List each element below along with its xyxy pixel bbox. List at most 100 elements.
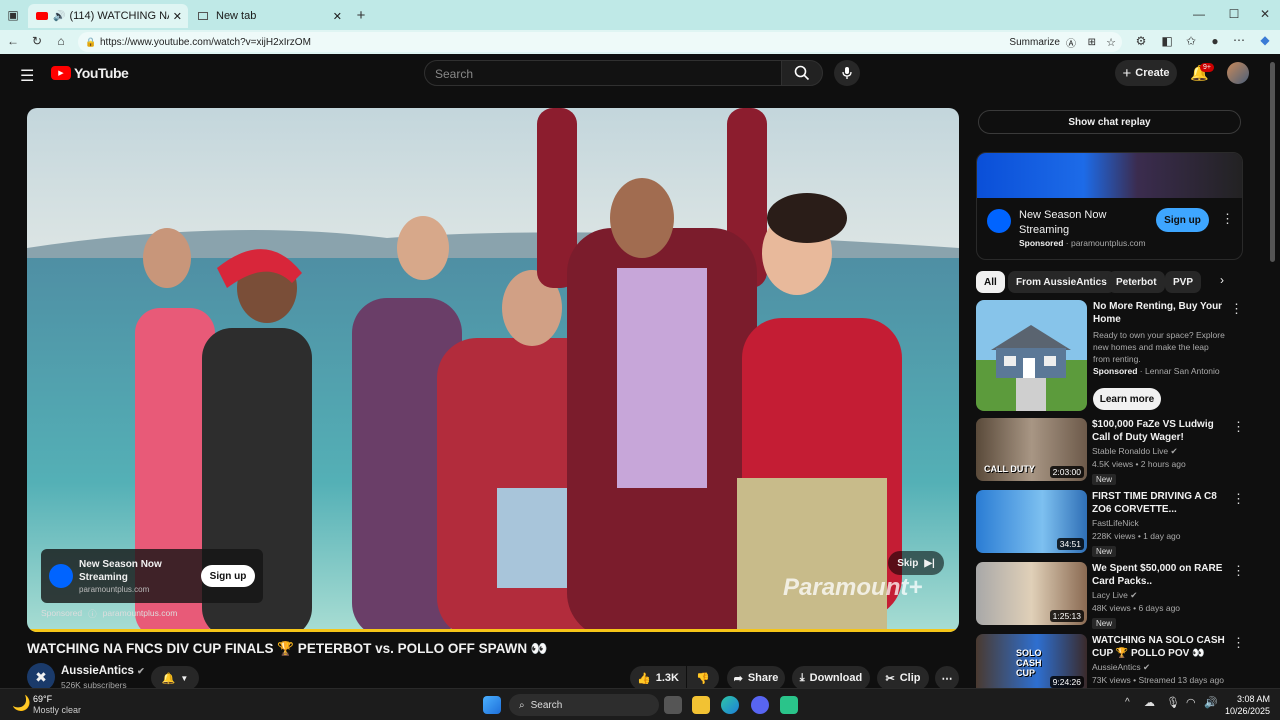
more-vert-icon[interactable]: ⋮	[1232, 419, 1245, 435]
channel-avatar[interactable]: ✖	[27, 663, 55, 691]
verified-check-icon: ✔	[1143, 662, 1151, 672]
apps-icon[interactable]: ⊞	[1088, 37, 1096, 48]
clock-time[interactable]: 3:08 AM	[1230, 694, 1270, 704]
microphone-icon[interactable]: 🎙	[1166, 696, 1180, 709]
minimize-icon[interactable]: —	[1190, 7, 1208, 21]
new-tab-plus-icon[interactable]: +	[352, 7, 370, 24]
chevron-up-icon[interactable]: ^	[1125, 697, 1130, 708]
list-item[interactable]: 34:51 FIRST TIME DRIVING A C8 ZO6 CORVET…	[976, 490, 1245, 557]
address-bar[interactable]: 🔒 https://www.youtube.com/watch?v=xijH2x…	[78, 32, 1122, 52]
reload-icon[interactable]: ↻	[28, 34, 46, 48]
close-tab-icon[interactable]: ✕	[333, 10, 342, 23]
more-vert-icon[interactable]: ⋮	[1232, 635, 1245, 651]
sidebar-ad[interactable]: New Season Now Streaming Sponsored · par…	[976, 152, 1243, 260]
chip-peterbot[interactable]: Peterbot	[1108, 271, 1165, 293]
chip-all[interactable]: All	[976, 271, 1005, 293]
avatar[interactable]	[1227, 62, 1249, 84]
channel-name: Lacy Live	[1092, 590, 1128, 600]
taskbar-search-box[interactable]: ⌕ Search	[509, 694, 659, 716]
profile-icon[interactable]: ●	[1206, 34, 1224, 48]
close-tab-icon[interactable]: ✕	[173, 10, 182, 23]
tab-new-tab[interactable]: New tab ✕	[190, 4, 346, 28]
share-button[interactable]: ➦ Share	[727, 666, 785, 690]
tab-actions-icon[interactable]: ▣	[4, 8, 22, 22]
promo-meta: Sponsored · Lennar San Antonio	[1093, 366, 1220, 376]
home-icon[interactable]: ⌂	[52, 34, 70, 48]
cloud-icon[interactable]: ☁	[1144, 696, 1155, 709]
scrollbar-thumb[interactable]	[1270, 62, 1275, 262]
clip-button[interactable]: ✂ Clip	[877, 666, 929, 690]
read-aloud-icon[interactable]: Ⓐ	[1066, 35, 1076, 50]
channel-name[interactable]: AussieAntics ✔	[61, 665, 145, 677]
thumbnail-text: SOLO CASH CUP	[1016, 648, 1042, 678]
download-button[interactable]: ⤓ Download	[792, 666, 870, 690]
copilot-icon[interactable]: ◆	[1256, 33, 1274, 47]
windows-start-icon[interactable]	[483, 696, 501, 714]
app-icon[interactable]	[780, 696, 798, 714]
task-view-icon[interactable]	[664, 696, 682, 714]
duration-badge: 9:24:26	[1049, 676, 1084, 688]
video-player[interactable]: New Season Now Streaming paramountplus.c…	[27, 108, 959, 632]
search-button[interactable]	[781, 60, 823, 86]
list-item[interactable]: CALL DUTY 2:03:00 $100,000 FaZe VS Ludwi…	[976, 418, 1245, 485]
summarize-button[interactable]: Summarize	[1009, 37, 1060, 48]
more-vert-icon[interactable]: ⋮	[1232, 491, 1245, 507]
chevron-right-icon[interactable]: ›	[1220, 273, 1224, 287]
chip-from-aussieantics[interactable]: From AussieAntics	[1008, 271, 1115, 293]
ad-signup-button[interactable]: Sign up	[201, 565, 255, 587]
more-actions-button[interactable]: ⋯	[935, 666, 959, 690]
thumbnail-text: CALL DUTY	[984, 464, 1035, 474]
channel-name-text: AussieAntics	[61, 665, 134, 677]
sponsored-domain[interactable]: paramountplus.com	[103, 608, 178, 620]
sidebar-ad-title: New Season Now Streaming	[1019, 209, 1107, 236]
more-vert-icon[interactable]: ⋮	[1230, 301, 1243, 317]
video-ad-card[interactable]: New Season Now Streaming paramountplus.c…	[41, 549, 263, 603]
speaker-icon[interactable]: 🔊	[53, 11, 65, 22]
wifi-icon[interactable]: ◠	[1186, 696, 1196, 709]
create-button[interactable]: + Create	[1115, 60, 1177, 86]
file-explorer-icon[interactable]	[692, 696, 710, 714]
list-item[interactable]: SOLO CASH CUP 9:24:26 WATCHING NA SOLO C…	[976, 634, 1245, 688]
clock-date[interactable]: 10/26/2025	[1216, 706, 1270, 716]
sponsored-label: Sponsored	[1093, 366, 1138, 376]
list-item[interactable]: 1:25:13 We Spent $50,000 on RARE Card Pa…	[976, 562, 1245, 629]
favorite-star-icon[interactable]: ☆	[1106, 36, 1116, 49]
voice-search-button[interactable]	[834, 60, 860, 86]
subscription-bell-button[interactable]: 🔔 ▼	[151, 666, 199, 690]
sidebar-ad-signup-button[interactable]: Sign up	[1156, 208, 1209, 232]
favorites-icon[interactable]: ✩	[1182, 34, 1200, 48]
info-icon[interactable]: ⓘ	[88, 608, 97, 620]
dislike-button[interactable]: 👎	[687, 666, 719, 690]
more-vert-icon[interactable]: ⋮	[1232, 563, 1245, 579]
weather-condition[interactable]: Mostly clear	[33, 705, 81, 715]
show-chat-replay-button[interactable]: Show chat replay	[978, 110, 1241, 134]
hamburger-menu-icon[interactable]: ☰	[20, 66, 34, 86]
edge-browser-icon[interactable]	[721, 696, 739, 714]
video-thumbnail: SOLO CASH CUP 9:24:26	[976, 634, 1087, 688]
extensions-icon[interactable]: ⚙	[1132, 34, 1150, 48]
learn-more-button[interactable]: Learn more	[1093, 388, 1161, 410]
more-options-icon[interactable]: ⋯	[1230, 33, 1248, 47]
video-meta: 228K views • 1 day ago	[1092, 531, 1181, 541]
ad-progress-bar[interactable]	[27, 629, 959, 632]
maximize-icon[interactable]: ☐	[1225, 7, 1243, 21]
more-vert-icon[interactable]: ⋮	[1221, 211, 1234, 227]
download-icon: ⤓	[799, 671, 805, 684]
tab-youtube[interactable]: 🔊 (114) WATCHING NA FNCS D ✕	[28, 4, 188, 28]
verified-check-icon: ✔	[1170, 446, 1178, 456]
chip-pvp[interactable]: PVP	[1165, 271, 1202, 293]
weather-icon[interactable]: 🌙	[12, 694, 31, 712]
promo-title[interactable]: No More Renting, Buy Your Home	[1093, 300, 1223, 326]
promo-thumbnail[interactable]	[976, 300, 1087, 411]
split-screen-icon[interactable]: ◧	[1158, 34, 1176, 48]
sponsored-label: Sponsored	[41, 608, 83, 618]
discord-icon[interactable]	[751, 696, 769, 714]
youtube-logo[interactable]: ▶ YouTube	[51, 65, 129, 81]
window-close-icon[interactable]: ✕	[1256, 7, 1274, 21]
skip-ad-button[interactable]: Skip ▶|	[888, 551, 944, 575]
like-button[interactable]: 👍 1.3K	[630, 666, 686, 690]
channel-name: Stable Ronaldo Live	[1092, 446, 1169, 456]
back-icon[interactable]: ←	[4, 34, 22, 48]
weather-temp[interactable]: 69°F	[33, 694, 52, 704]
search-input[interactable]: Search	[424, 60, 782, 86]
